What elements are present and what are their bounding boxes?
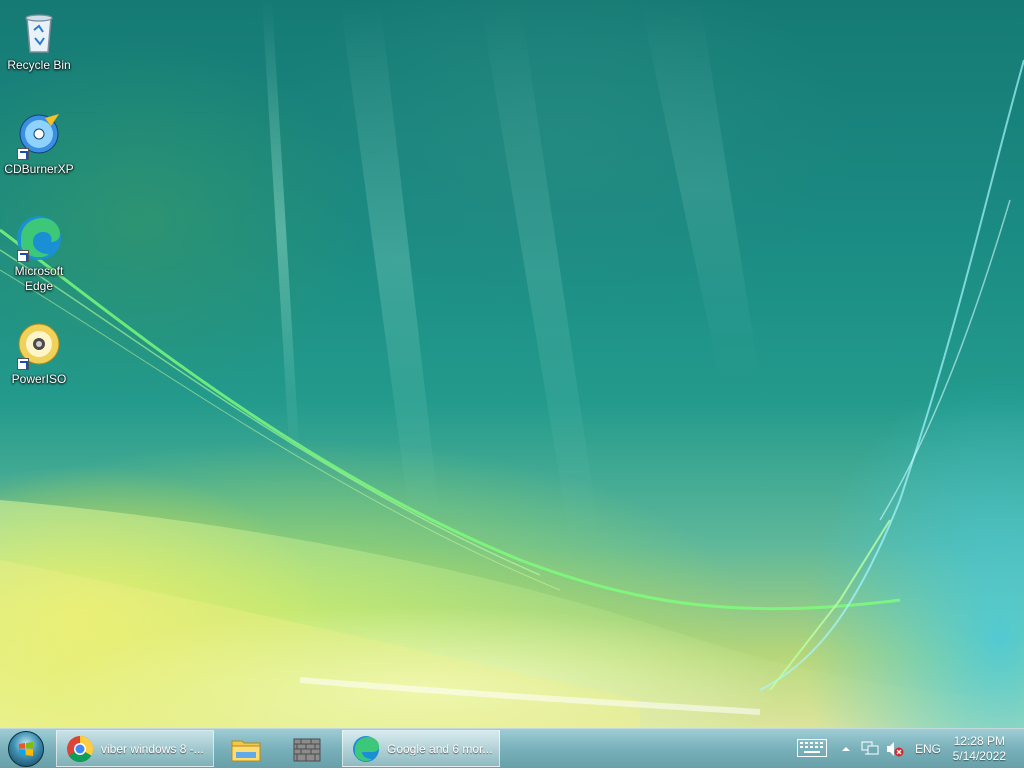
desktop-icon-label: Microsoft Edge — [14, 264, 64, 293]
touch-keyboard-icon — [797, 739, 827, 757]
windows-start-icon — [19, 742, 33, 756]
wallpaper-light-streaks — [0, 0, 1024, 728]
desktop-icon-microsoft-edge[interactable]: Microsoft Edge — [1, 214, 77, 294]
touch-keyboard-button[interactable] — [797, 739, 827, 759]
clock-date: 5/14/2022 — [952, 749, 1006, 763]
taskbar-button-label: viber windows 8 -... — [101, 741, 204, 756]
desktop-icon-label: CDBurnerXP — [4, 162, 74, 176]
taskbar-button-chrome[interactable]: viber windows 8 -... — [56, 730, 214, 767]
taskbar-button-edge[interactable]: Google and 6 mor... — [342, 730, 500, 767]
desktop-icon-recycle-bin[interactable]: Recycle Bin — [1, 8, 77, 73]
taskbar: viber windows 8 -... Google and 6 mor... — [0, 728, 1024, 768]
volume-muted-icon — [887, 742, 904, 757]
chrome-icon — [67, 735, 94, 762]
desktop-icon-cdburnerxp[interactable]: CDBurnerXP — [1, 112, 77, 177]
clock-time: 12:28 PM — [953, 734, 1005, 748]
shortcut-arrow-icon — [17, 250, 29, 262]
edge-icon — [353, 735, 379, 762]
show-hidden-icons-button[interactable] — [840, 743, 852, 755]
firewall-icon — [293, 738, 321, 762]
taskbar-button-label: Google and 6 mor... — [387, 741, 493, 756]
chevron-up-icon — [842, 747, 850, 751]
file-explorer-icon — [231, 740, 261, 762]
desktop-wallpaper[interactable] — [0, 0, 1024, 728]
desktop-icon-poweriso[interactable]: PowerISO — [1, 322, 77, 387]
start-button[interactable] — [8, 731, 44, 767]
clock[interactable]: 12:28 PM 5/14/2022 — [953, 734, 1006, 764]
network-button[interactable] — [861, 741, 879, 757]
cdburnerxp-icon — [15, 112, 63, 160]
network-icon — [861, 741, 879, 755]
desktop-icon-label: PowerISO — [11, 372, 67, 386]
taskbar-firewall[interactable] — [291, 733, 323, 765]
edge-icon — [15, 214, 63, 262]
poweriso-icon — [15, 322, 63, 370]
shortcut-arrow-icon — [17, 358, 29, 370]
shortcut-arrow-icon — [17, 148, 29, 160]
input-language-indicator[interactable]: ENG — [915, 742, 941, 756]
desktop-icon-label: Recycle Bin — [7, 58, 71, 72]
recycle-bin-icon — [15, 8, 63, 56]
volume-button[interactable] — [886, 741, 904, 757]
taskbar-file-explorer[interactable] — [230, 733, 262, 765]
